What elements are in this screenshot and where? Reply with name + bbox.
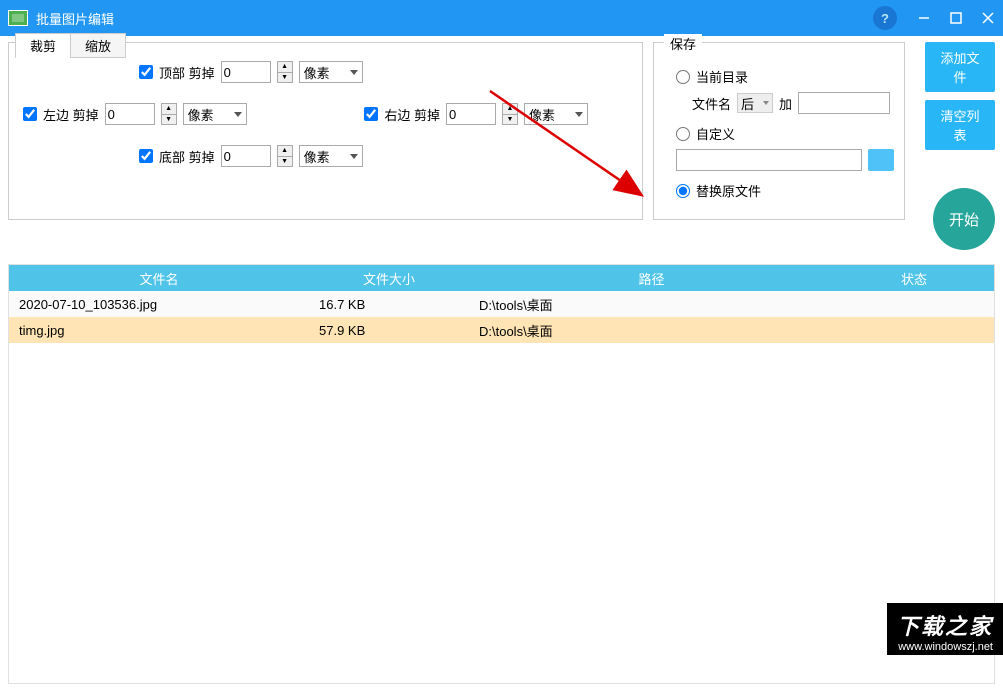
app-icon	[8, 10, 28, 26]
left-crop-unit[interactable]: 像素	[183, 103, 247, 125]
append-input[interactable]	[798, 92, 890, 114]
start-button[interactable]: 开始	[933, 188, 995, 250]
bottom-crop-spinner[interactable]: ▲▼	[277, 145, 293, 167]
crop-panel: 裁剪 缩放 顶部 剪掉 ▲▼ 像素 左边 剪掉 ▲▼ 像素	[8, 42, 643, 220]
append-label: 加	[779, 94, 792, 113]
help-button[interactable]: ?	[873, 6, 897, 30]
left-crop-checkbox[interactable]	[23, 107, 37, 121]
tab-crop[interactable]: 裁剪	[15, 33, 71, 58]
table-row[interactable]: timg.jpg57.9 KBD:\tools\桌面	[9, 317, 994, 343]
right-crop-input[interactable]	[446, 103, 496, 125]
bottom-crop-label: 底部 剪掉	[159, 147, 215, 166]
left-crop-label: 左边 剪掉	[43, 105, 99, 124]
save-replace-label: 替换原文件	[696, 181, 761, 200]
save-panel: 保存 当前目录 文件名 后 加 自定义 选择 替换原文件	[653, 42, 905, 220]
close-button[interactable]	[981, 11, 995, 25]
right-crop-unit[interactable]: 像素	[524, 103, 588, 125]
col-name: 文件名	[9, 269, 309, 288]
bottom-crop-unit[interactable]: 像素	[299, 145, 363, 167]
bottom-crop-checkbox[interactable]	[139, 149, 153, 163]
top-crop-input[interactable]	[221, 61, 271, 83]
top-crop-label: 顶部 剪掉	[159, 63, 215, 82]
minimize-button[interactable]	[917, 11, 931, 25]
browse-button[interactable]: 选择	[868, 149, 894, 171]
maximize-button[interactable]	[949, 11, 963, 25]
col-size: 文件大小	[309, 269, 469, 288]
table-row[interactable]: 2020-07-10_103536.jpg16.7 KBD:\tools\桌面	[9, 291, 994, 317]
filename-label: 文件名	[692, 94, 731, 113]
col-status: 状态	[834, 269, 994, 288]
top-crop-checkbox[interactable]	[139, 65, 153, 79]
custom-path-input[interactable]	[676, 149, 862, 171]
right-crop-spinner[interactable]: ▲▼	[502, 103, 518, 125]
col-path: 路径	[469, 269, 834, 288]
add-file-button[interactable]: 添加文件	[925, 42, 995, 92]
left-crop-spinner[interactable]: ▲▼	[161, 103, 177, 125]
right-crop-label: 右边 剪掉	[384, 105, 440, 124]
table-body: 2020-07-10_103536.jpg16.7 KBD:\tools\桌面t…	[9, 291, 994, 683]
right-crop-checkbox[interactable]	[364, 107, 378, 121]
suffix-select[interactable]: 后	[737, 93, 773, 113]
top-crop-unit[interactable]: 像素	[299, 61, 363, 83]
save-current-dir-radio[interactable]	[676, 70, 690, 84]
top-crop-spinner[interactable]: ▲▼	[277, 61, 293, 83]
tab-scale[interactable]: 缩放	[70, 33, 126, 58]
window-title: 批量图片编辑	[36, 9, 873, 28]
table-header: 文件名 文件大小 路径 状态	[9, 265, 994, 291]
titlebar: 批量图片编辑 ?	[0, 0, 1003, 36]
watermark: 下载之家 www.windowszj.net	[887, 603, 1003, 655]
save-current-dir-label: 当前目录	[696, 67, 748, 86]
clear-list-button[interactable]: 清空列表	[925, 100, 995, 150]
side-buttons: 添加文件 清空列表 开始	[915, 42, 995, 250]
bottom-crop-input[interactable]	[221, 145, 271, 167]
save-custom-label: 自定义	[696, 124, 735, 143]
file-table: 文件名 文件大小 路径 状态 2020-07-10_103536.jpg16.7…	[8, 264, 995, 684]
save-custom-radio[interactable]	[676, 127, 690, 141]
save-replace-radio[interactable]	[676, 184, 690, 198]
save-panel-title: 保存	[664, 34, 702, 53]
left-crop-input[interactable]	[105, 103, 155, 125]
